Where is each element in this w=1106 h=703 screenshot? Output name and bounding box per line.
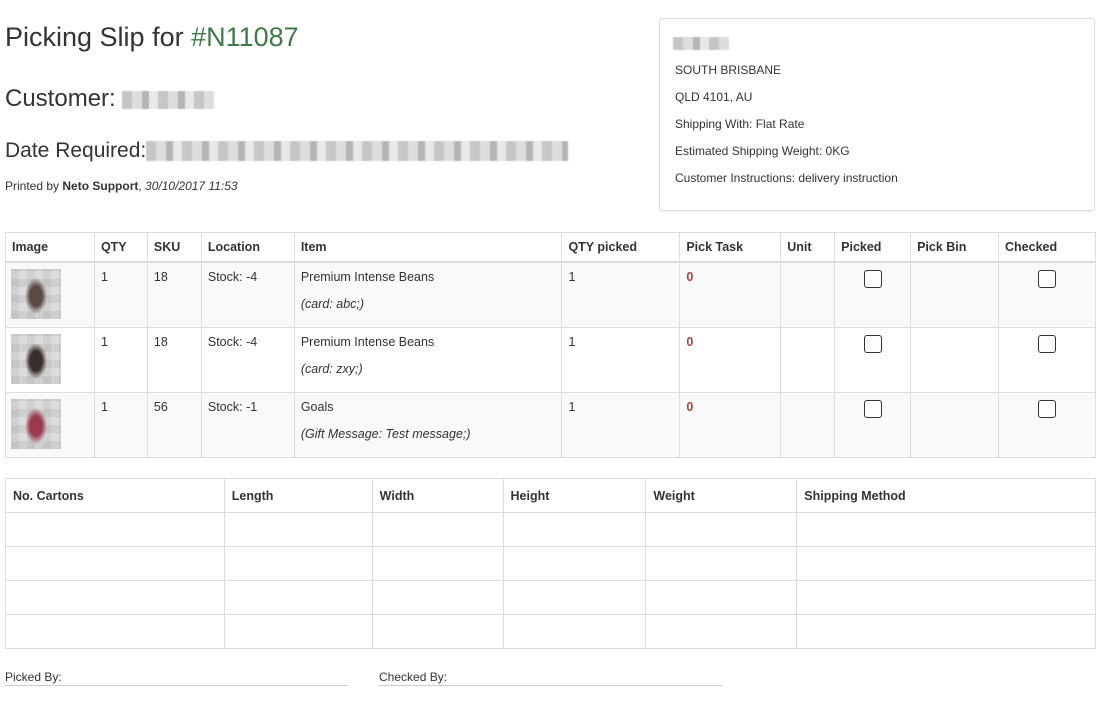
item-options: (Gift Message: Test message;) bbox=[300, 426, 471, 441]
qty-picked: 1 bbox=[561, 391, 681, 458]
sku: 18 bbox=[146, 326, 202, 393]
items-header-row: Image QTY SKU Location Item QTY picked P… bbox=[5, 232, 1096, 263]
col-pick-task: Pick Task bbox=[679, 232, 782, 263]
qty-picked: 1 bbox=[561, 261, 681, 328]
qty-picked: 1 bbox=[561, 326, 681, 393]
picked-checkbox[interactable] bbox=[863, 399, 882, 418]
items-table: Image QTY SKU Location Item QTY picked P… bbox=[5, 232, 1096, 458]
checked-by-line: Checked By: bbox=[379, 670, 722, 686]
item-name: Goals bbox=[300, 399, 334, 414]
unit bbox=[780, 261, 836, 328]
table-row: 1 56 Stock: -1 Goals (Gift Message: Test … bbox=[5, 391, 1096, 458]
col-picked: Picked bbox=[834, 232, 912, 263]
cartons-header-row: No. Cartons Length Width Height Weight S… bbox=[5, 478, 1096, 513]
printed-by-name: Neto Support bbox=[62, 179, 139, 193]
unit bbox=[780, 391, 836, 458]
product-thumbnail bbox=[11, 333, 61, 384]
picked-checkbox[interactable] bbox=[863, 270, 882, 288]
col-qty-picked: QTY picked bbox=[561, 232, 681, 263]
checked-checkbox[interactable] bbox=[1038, 270, 1056, 288]
col-item: Item bbox=[293, 232, 563, 263]
pick-bin bbox=[910, 261, 999, 328]
picked-checkbox[interactable] bbox=[863, 334, 882, 353]
qty: 1 bbox=[93, 261, 148, 328]
col-qty: QTY bbox=[93, 232, 148, 263]
date-required-label: Date Required: bbox=[5, 139, 147, 162]
shipping-method: Shipping With: Flat Rate bbox=[675, 117, 805, 131]
recipient-name-redacted bbox=[673, 37, 729, 50]
item-options: (card: abc;) bbox=[300, 297, 365, 311]
qty: 1 bbox=[93, 326, 148, 393]
pick-bin bbox=[910, 326, 999, 393]
qty: 1 bbox=[93, 391, 148, 458]
col-no-cartons: No. Cartons bbox=[5, 478, 225, 513]
address-line-city: SOUTH BRISBANE bbox=[675, 63, 782, 77]
col-shipping-method: Shipping Method bbox=[796, 478, 1096, 513]
col-checked: Checked bbox=[998, 232, 1096, 263]
item-name: Premium Intense Beans bbox=[300, 270, 435, 284]
col-image: Image bbox=[5, 232, 95, 263]
sku: 56 bbox=[146, 391, 202, 458]
col-height: Height bbox=[502, 478, 647, 513]
item-name: Premium Intense Beans bbox=[300, 334, 435, 349]
shipping-weight: Estimated Shipping Weight: 0KG bbox=[675, 144, 850, 158]
checked-checkbox[interactable] bbox=[1038, 334, 1056, 353]
customer-label: Customer: bbox=[5, 85, 123, 112]
carton-row bbox=[5, 512, 1096, 547]
checked-by-label: Checked By: bbox=[379, 670, 448, 684]
col-location: Location bbox=[200, 232, 295, 263]
carton-row bbox=[5, 614, 1096, 649]
order-number: #N11087 bbox=[191, 22, 299, 52]
table-row: 1 18 Stock: -4 Premium Intense Beans (car… bbox=[5, 326, 1096, 393]
col-pick-bin: Pick Bin bbox=[910, 232, 999, 263]
printed-at: 30/10/2017 11:53 bbox=[145, 179, 238, 193]
carton-row bbox=[5, 580, 1096, 615]
product-thumbnail bbox=[11, 398, 61, 449]
customer-name-redacted bbox=[122, 90, 215, 109]
unit bbox=[780, 326, 836, 393]
table-row: 1 18 Stock: -4 Premium Intense Beans (car… bbox=[5, 261, 1096, 328]
title-prefix: Picking Slip for bbox=[5, 22, 192, 52]
customer-instructions: Customer Instructions: delivery instruct… bbox=[675, 171, 898, 185]
sku: 18 bbox=[146, 261, 202, 328]
col-width: Width bbox=[371, 478, 504, 513]
product-thumbnail bbox=[11, 269, 61, 319]
col-unit: Unit bbox=[780, 232, 836, 263]
printed-by-label: Printed by bbox=[5, 179, 63, 193]
date-required-heading: Date Required: bbox=[5, 139, 569, 163]
col-sku: SKU bbox=[146, 232, 202, 263]
pick-task: 0 bbox=[679, 326, 782, 393]
page-title: Picking Slip for #N11087 bbox=[5, 22, 299, 53]
location: Stock: -4 bbox=[200, 261, 295, 328]
shipping-address-panel: SOUTH BRISBANE QLD 4101, AU Shipping Wit… bbox=[659, 18, 1095, 211]
item-options: (card: zxy;) bbox=[300, 361, 363, 376]
address-line-state: QLD 4101, AU bbox=[675, 90, 753, 104]
pick-bin bbox=[910, 391, 999, 458]
pick-task: 0 bbox=[679, 391, 782, 458]
customer-heading: Customer: bbox=[5, 85, 215, 113]
col-length: Length bbox=[223, 478, 373, 513]
cartons-table: No. Cartons Length Width Height Weight S… bbox=[5, 478, 1096, 649]
printed-by: Printed by Neto Support, 30/10/2017 11:5… bbox=[5, 179, 238, 193]
picked-by-label: Picked By: bbox=[5, 670, 62, 684]
pick-task: 0 bbox=[679, 261, 782, 328]
checked-checkbox[interactable] bbox=[1038, 399, 1056, 418]
date-required-redacted bbox=[146, 141, 569, 162]
carton-row bbox=[5, 546, 1096, 581]
location: Stock: -1 bbox=[200, 391, 295, 458]
picked-by-line: Picked By: bbox=[5, 670, 348, 686]
location: Stock: -4 bbox=[200, 326, 295, 393]
col-weight: Weight bbox=[645, 478, 798, 513]
